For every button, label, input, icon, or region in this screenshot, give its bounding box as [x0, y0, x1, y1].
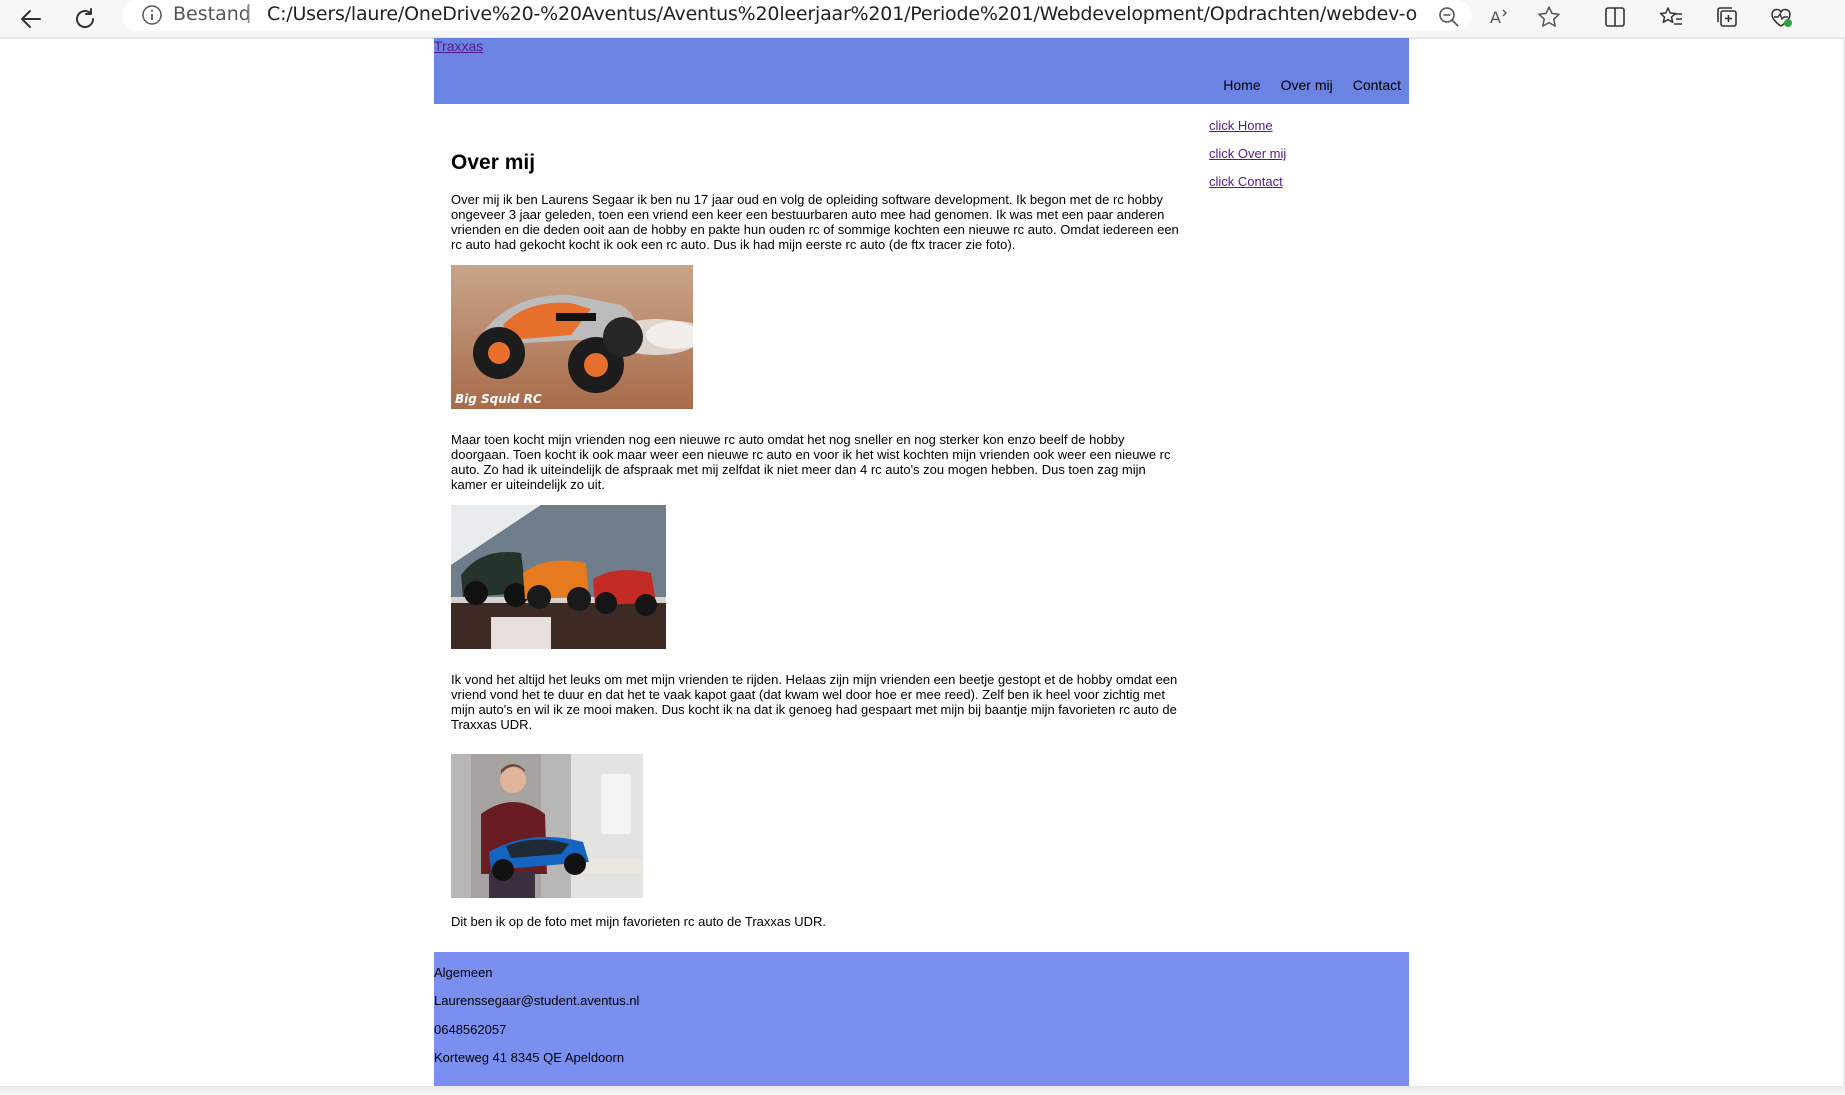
info-icon[interactable] — [141, 4, 163, 26]
sidebar-link-contact[interactable]: click Contact — [1209, 174, 1286, 189]
watermark-text: Big Squid RC — [455, 392, 542, 406]
photo-caption: Dit ben ik op de foto met mijn favoriete… — [451, 914, 827, 929]
site-header: Traxxas Home Over mij Contact — [434, 38, 1409, 104]
intro-paragraph: Over mij ik ben Laurens Segaar ik ben nu… — [451, 192, 1179, 252]
third-paragraph: Ik vond het altijd het leuks om met mijn… — [451, 672, 1178, 732]
back-button[interactable] — [14, 2, 48, 36]
site-footer: Algemeen Laurenssegaar@student.aventus.n… — [434, 952, 1409, 1086]
sidebar-link-over-mij[interactable]: click Over mij — [1209, 146, 1286, 161]
svg-text:A: A — [1490, 8, 1501, 27]
reload-button[interactable] — [68, 2, 102, 36]
address-separator: | — [246, 2, 252, 24]
browser-toolbar: Bestand | C:/Users/laure/OneDrive%20-%20… — [0, 0, 1845, 38]
main-content: Over mij Over mij ik ben Laurens Segaar … — [451, 104, 1181, 929]
brand-link[interactable]: Traxxas — [434, 38, 483, 54]
window-bottom-edge — [0, 1086, 1845, 1095]
page-title: Over mij — [451, 151, 536, 174]
nav-home[interactable]: Home — [1223, 77, 1260, 93]
zoom-out-icon[interactable] — [1434, 2, 1464, 32]
sidebar: click Home click Over mij click Contact — [1209, 118, 1286, 202]
footer-address: Korteweg 41 8345 QE Apeldoorn — [434, 1050, 625, 1065]
back-arrow-icon — [21, 10, 41, 28]
address-url[interactable]: C:/Users/laure/OneDrive%20-%20Aventus/Av… — [267, 3, 1417, 25]
ftx-tracer-photo: Big Squid RC — [451, 265, 693, 409]
favorite-star-icon[interactable] — [1534, 2, 1564, 32]
protocol-label: Bestand — [173, 3, 251, 25]
reload-icon — [76, 8, 95, 28]
sidebar-link-home[interactable]: click Home — [1209, 118, 1286, 133]
favorites-icon[interactable] — [1656, 2, 1686, 32]
footer-phone: 0648562057 — [434, 1022, 507, 1037]
nav-over-mij[interactable]: Over mij — [1281, 77, 1333, 93]
rc-collection-photo — [451, 505, 666, 649]
nav-contact[interactable]: Contact — [1353, 77, 1401, 93]
footer-heading: Algemeen — [434, 965, 493, 980]
split-screen-icon[interactable] — [1600, 2, 1630, 32]
read-aloud-icon[interactable]: A — [1484, 2, 1514, 32]
browser-essentials-icon[interactable] — [1766, 2, 1796, 32]
collections-icon[interactable] — [1712, 2, 1742, 32]
top-navigation: Home Over mij Contact — [1223, 77, 1401, 93]
second-paragraph: Maar toen kocht mijn vrienden nog een ni… — [451, 432, 1171, 492]
traxxas-udr-photo — [451, 754, 643, 898]
footer-email: Laurenssegaar@student.aventus.nl — [434, 993, 640, 1008]
